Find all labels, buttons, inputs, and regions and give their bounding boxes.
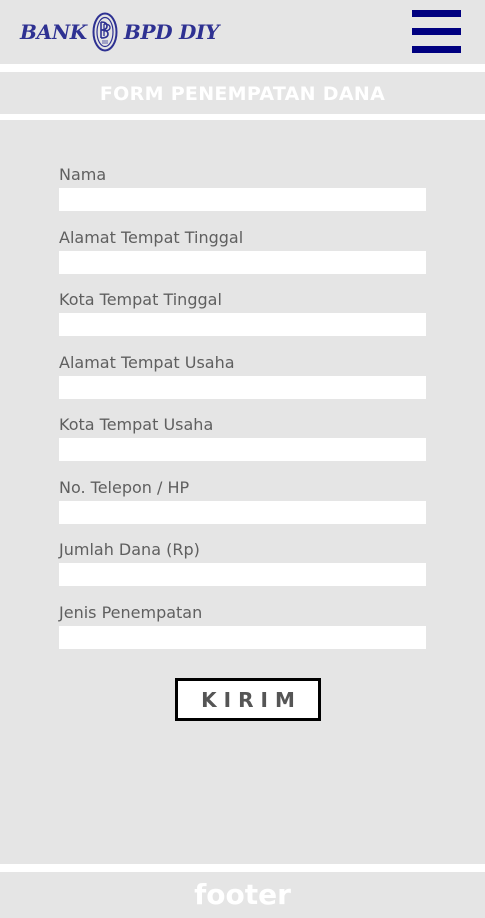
logo-text-bpd-diy: BPD DIY [123,20,220,44]
bpd-emblem-icon [92,12,118,52]
jenis-penempatan-input[interactable] [59,626,426,649]
telepon-input[interactable] [59,501,426,524]
form-panel: Nama Alamat Tempat Tinggal Kota Tempat T… [0,120,485,864]
kota-tempat-usaha-input[interactable] [59,438,426,461]
logo-text-bank: BANK [20,20,87,44]
field-label-nama: Nama [59,165,107,184]
jumlah-dana-input[interactable] [59,563,426,586]
form-title-band: FORM PENEMPATAN DANA [0,72,485,114]
kota-tempat-tinggal-input[interactable] [59,313,426,336]
footer-text: footer [194,878,291,911]
bank-logo[interactable]: BANK BPD DIY [20,12,219,52]
field-label-jumlah-dana: Jumlah Dana (Rp) [59,540,200,559]
header: BANK BPD DIY [0,0,485,64]
menu-bar [412,46,461,53]
menu-bar [412,28,461,35]
field-label-kota-tempat-usaha: Kota Tempat Usaha [59,415,214,434]
field-label-kota-tempat-tinggal: Kota Tempat Tinggal [59,290,222,309]
field-label-alamat-tempat-usaha: Alamat Tempat Usaha [59,353,235,372]
alamat-tempat-tinggal-input[interactable] [59,251,426,274]
form-title: FORM PENEMPATAN DANA [99,83,386,105]
hamburger-menu-icon[interactable] [412,10,461,54]
alamat-tempat-usaha-input[interactable] [59,376,426,399]
footer: footer [0,872,485,918]
kirim-button[interactable]: KIRIM [175,678,321,721]
field-label-jenis-penempatan: Jenis Penempatan [59,603,203,622]
menu-bar [412,10,461,17]
field-label-telepon: No. Telepon / HP [59,478,190,497]
field-label-alamat-tempat-tinggal: Alamat Tempat Tinggal [59,228,244,247]
nama-input[interactable] [59,188,426,211]
